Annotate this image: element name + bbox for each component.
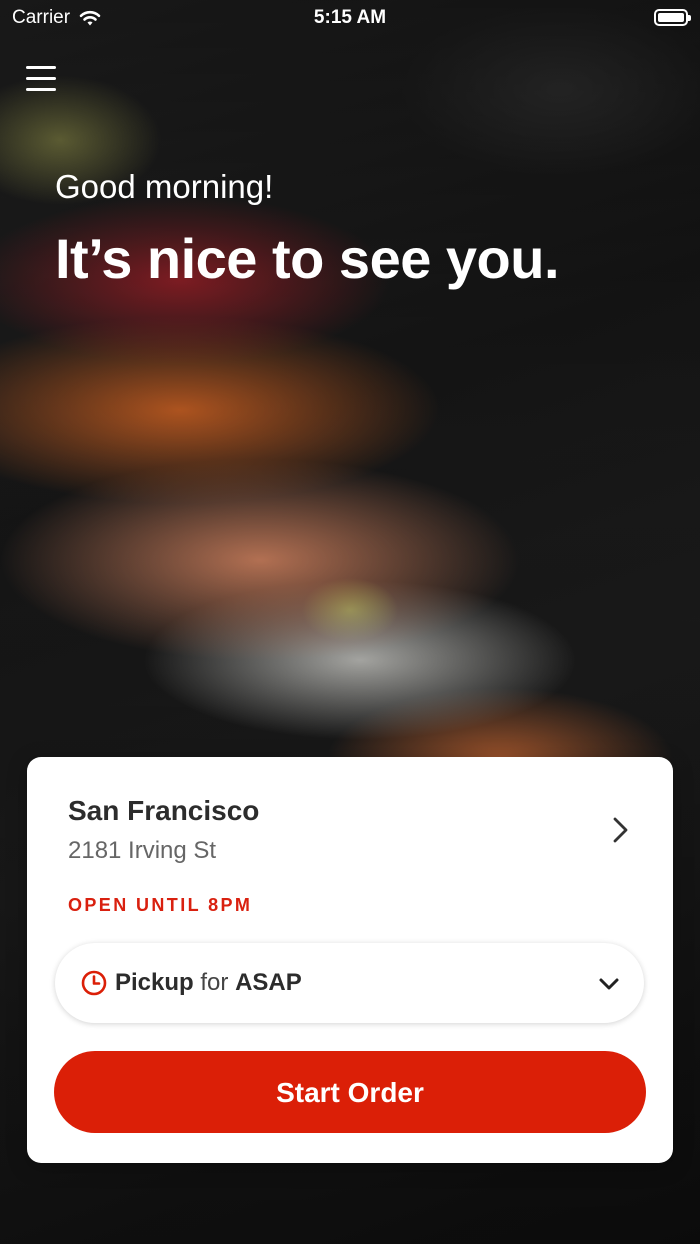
- order-mode-text: Pickup for ASAP: [115, 969, 302, 997]
- hamburger-menu-icon[interactable]: [26, 66, 56, 94]
- battery-icon: [654, 9, 691, 26]
- order-time-label: ASAP: [235, 969, 302, 996]
- clock-icon: [81, 970, 107, 996]
- location-selector[interactable]: San Francisco 2181 Irving St: [27, 757, 673, 877]
- menu-line: [26, 77, 56, 80]
- chevron-right-icon: [613, 817, 628, 843]
- order-mode-label: Pickup: [115, 969, 194, 996]
- app-screen: Carrier 5:15 AM Good morning! It’s nice …: [0, 0, 700, 1244]
- start-order-button[interactable]: Start Order: [54, 1051, 646, 1133]
- status-bar: Carrier 5:15 AM: [0, 0, 700, 36]
- headline-text: It’s nice to see you.: [55, 227, 560, 290]
- order-mode-dropdown[interactable]: Pickup for ASAP: [55, 943, 644, 1023]
- location-name: San Francisco: [68, 795, 260, 826]
- open-status-label: OPEN UNTIL 8PM: [68, 895, 253, 915]
- order-card: San Francisco 2181 Irving St OPEN UNTIL …: [27, 757, 673, 1163]
- location-address: 2181 Irving St: [68, 837, 217, 864]
- chevron-down-icon: [599, 978, 619, 990]
- status-time: 5:15 AM: [313, 7, 387, 28]
- menu-line: [26, 66, 56, 69]
- greeting-text: Good morning!: [55, 168, 274, 205]
- order-mode-connector: for: [200, 969, 229, 996]
- status-right: [654, 9, 691, 26]
- menu-line: [26, 88, 56, 91]
